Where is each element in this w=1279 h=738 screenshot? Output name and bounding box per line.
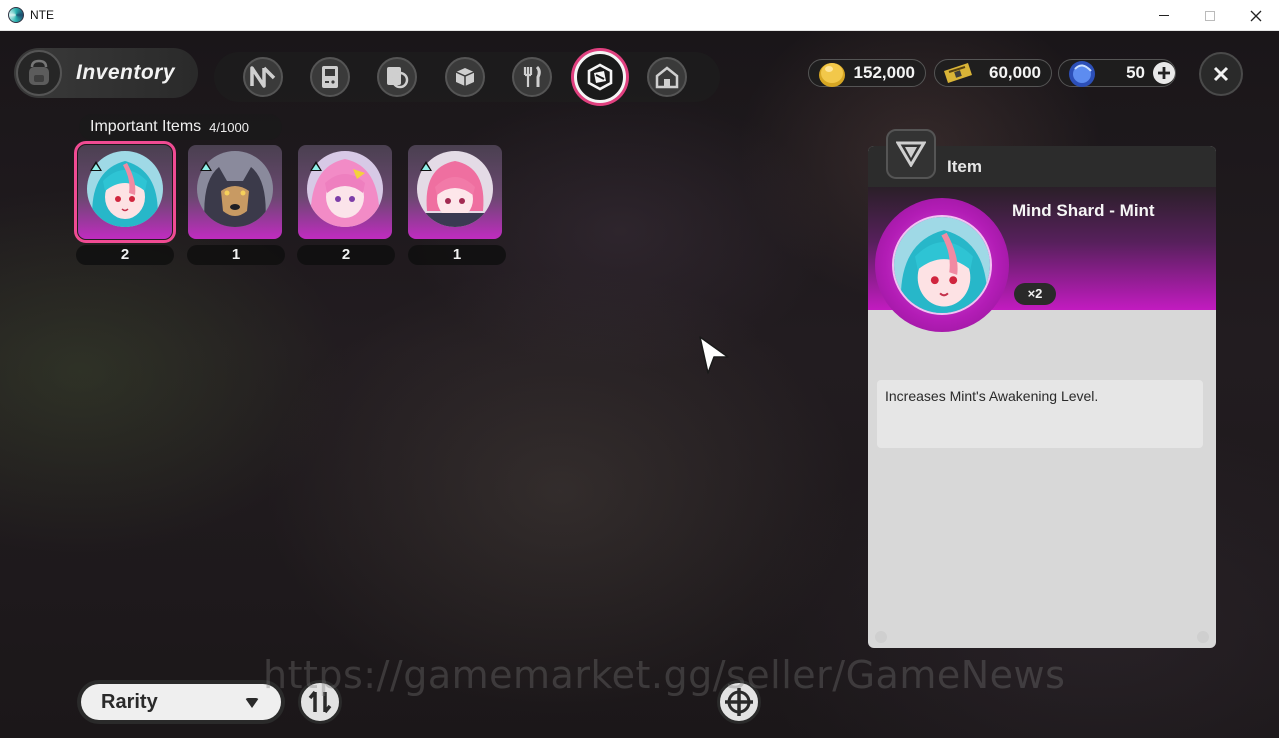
handheld-console-icon bbox=[322, 66, 338, 88]
sort-selected-value: Rarity bbox=[101, 690, 158, 713]
maximize-button[interactable] bbox=[1187, 0, 1233, 31]
backpack-icon bbox=[16, 50, 62, 96]
description-text: Increases Mint's Awakening Level. bbox=[885, 388, 1099, 404]
item-portrait bbox=[875, 198, 1009, 332]
app-icon bbox=[8, 7, 24, 23]
tab-important-items[interactable] bbox=[574, 51, 626, 103]
close-icon bbox=[1250, 10, 1262, 21]
tab-media[interactable] bbox=[377, 57, 417, 97]
quantity-badge: ×2 bbox=[1014, 283, 1056, 305]
item-card[interactable] bbox=[408, 145, 502, 239]
item-quantity: 1 bbox=[408, 245, 506, 265]
important-items-header: Important Items 4/1000 bbox=[79, 114, 282, 140]
chevron-down-icon bbox=[245, 698, 259, 708]
tab-n[interactable] bbox=[243, 57, 283, 97]
important-items-icon bbox=[587, 63, 613, 91]
page-title: Inventory bbox=[76, 61, 176, 84]
n-logo-icon bbox=[250, 66, 276, 88]
item-card[interactable] bbox=[298, 145, 392, 239]
close-window-button[interactable] bbox=[1233, 0, 1279, 31]
minimize-button[interactable] bbox=[1141, 0, 1187, 31]
game-view: Inventory 152,000 60,000 50 Important It… bbox=[0, 31, 1279, 738]
window-title: NTE bbox=[30, 8, 54, 22]
close-inventory-button[interactable] bbox=[1199, 52, 1243, 96]
item-detail-panel: Item Mind Shard - Mint ×2 Increases Mint… bbox=[868, 146, 1216, 648]
category-tabs bbox=[214, 51, 720, 103]
item-quantity: 2 bbox=[297, 245, 395, 265]
fork-knife-icon bbox=[523, 65, 541, 87]
detail-header-label: Item bbox=[947, 157, 982, 176]
ticket-icon bbox=[944, 63, 972, 83]
blue-crystal-icon bbox=[1069, 61, 1095, 87]
mouse-cursor-icon bbox=[699, 336, 729, 374]
tablet-icon bbox=[387, 67, 409, 89]
item-quantity: 2 bbox=[76, 245, 174, 265]
watermark-text: https://gamemarket.gg/seller/GameNews bbox=[263, 653, 1066, 697]
sort-dropdown-field[interactable]: Rarity bbox=[81, 684, 281, 720]
box-icon bbox=[455, 68, 475, 86]
maximize-icon bbox=[1205, 10, 1215, 21]
currency-ticket: 60,000 bbox=[934, 59, 1052, 87]
rarity-marker-icon bbox=[310, 161, 322, 171]
mint-portrait-icon bbox=[892, 215, 992, 315]
section-title: Important Items bbox=[90, 118, 202, 135]
tab-materials[interactable] bbox=[445, 57, 485, 97]
item-quantity: 1 bbox=[187, 245, 285, 265]
window-controls bbox=[1141, 0, 1279, 31]
close-icon bbox=[1213, 66, 1229, 82]
inventory-header: Inventory bbox=[14, 48, 198, 98]
sort-dropdown[interactable]: Rarity bbox=[77, 680, 285, 724]
ticket-amount: 60,000 bbox=[989, 63, 1041, 82]
gold-coin-icon bbox=[819, 63, 845, 87]
minimize-icon bbox=[1159, 15, 1169, 16]
crystal-amount: 50 bbox=[1126, 63, 1145, 82]
home-icon bbox=[655, 66, 679, 89]
add-crystal-button[interactable] bbox=[1153, 62, 1175, 84]
rarity-marker-icon bbox=[420, 161, 432, 171]
tab-home[interactable] bbox=[647, 57, 687, 97]
item-card[interactable] bbox=[188, 145, 282, 239]
item-name: Mind Shard - Mint bbox=[1012, 201, 1155, 220]
rarity-marker-icon bbox=[90, 161, 102, 171]
tab-food[interactable] bbox=[512, 57, 552, 97]
gold-amount: 152,000 bbox=[853, 63, 915, 82]
currency-gold: 152,000 bbox=[808, 59, 926, 87]
item-card[interactable] bbox=[74, 141, 176, 243]
tab-devices[interactable] bbox=[310, 57, 350, 97]
window-titlebar: NTE bbox=[0, 0, 1279, 31]
corner-decoration bbox=[875, 631, 887, 643]
rarity-marker-icon bbox=[200, 161, 212, 171]
plus-icon bbox=[1158, 67, 1170, 79]
item-description: Increases Mint's Awakening Level. bbox=[877, 380, 1203, 448]
item-count: 4/1000 bbox=[209, 119, 249, 135]
corner-decoration bbox=[1197, 631, 1209, 643]
item-type-icon bbox=[886, 129, 936, 179]
